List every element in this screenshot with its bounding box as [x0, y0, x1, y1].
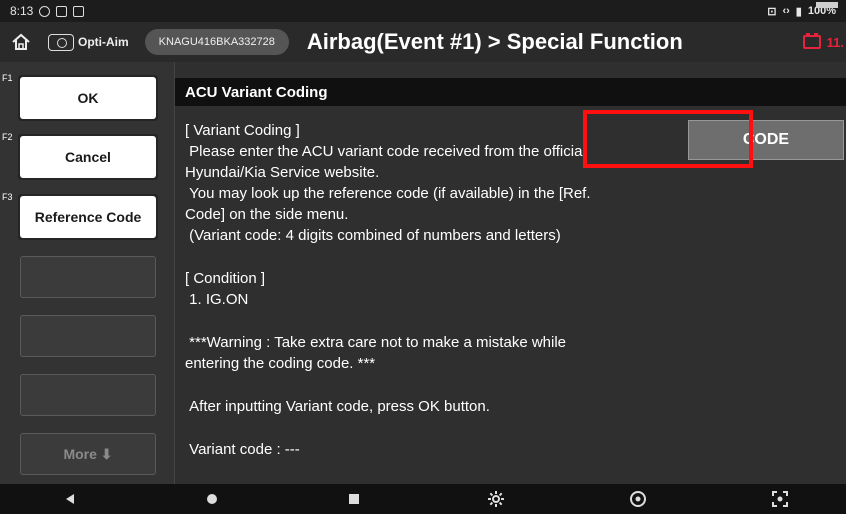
home-dot-icon: [207, 494, 217, 504]
side-menu: F1 OK F2 Cancel F3 Reference Code More ⬇: [0, 62, 174, 484]
back-button[interactable]: [50, 484, 90, 514]
opti-aim-button[interactable]: Opti-Aim: [48, 33, 129, 51]
ok-button-label: OK: [77, 90, 99, 106]
cancel-button-label: Cancel: [65, 149, 111, 165]
back-icon: [66, 494, 74, 504]
variant-code-value: Variant code : ---: [185, 441, 300, 458]
recents-icon: [349, 494, 359, 504]
home-button[interactable]: [0, 22, 42, 62]
battery-voltage: 11.: [826, 34, 844, 50]
highlight-annotation-box: [583, 110, 753, 168]
status-time: 8:13: [10, 4, 34, 18]
empty-side-button-2: [20, 315, 156, 357]
window-control-fragment: [816, 2, 838, 8]
reference-code-button[interactable]: F3 Reference Code: [2, 192, 156, 238]
link-icon: ‹›: [782, 5, 790, 17]
empty-side-button-3: [20, 374, 156, 416]
fkey-label: F3: [2, 192, 13, 202]
empty-side-button-1: [20, 256, 156, 298]
page-title: Airbag(Event #1) > Special Function: [306, 29, 683, 54]
home-icon: [12, 33, 30, 50]
ok-button[interactable]: F1 OK: [2, 73, 156, 119]
status-bar: 8:13 ⊡ ‹› ▮ 100%: [0, 0, 846, 22]
fkey-label: F1: [2, 73, 13, 83]
panel-title: ACU Variant Coding: [175, 78, 846, 106]
opti-aim-label: Opti-Aim: [78, 35, 129, 49]
app-notification-icon: [56, 5, 68, 17]
more-button-label: More ⬇: [63, 445, 113, 462]
browser-icon: [630, 491, 646, 507]
more-button[interactable]: More ⬇: [20, 433, 156, 475]
warning-text: ***Warning : Take extra care not to make…: [185, 334, 567, 372]
cancel-button[interactable]: F2 Cancel: [2, 132, 156, 178]
header-bar: Opti-Aim KNAGU416BKA332728 Airbag(Event …: [0, 22, 846, 62]
settings-icon: [488, 491, 504, 507]
battery-indicator: 11.: [802, 33, 846, 50]
vehicle-battery-icon: [802, 33, 821, 49]
instruction-text: [ Variant Coding ] Please enter the ACU …: [185, 120, 675, 460]
screenshot-button[interactable]: [760, 484, 800, 514]
fkey-label: F2: [2, 132, 13, 142]
vin-badge: KNAGU416BKA332728: [144, 29, 289, 55]
recents-button[interactable]: [334, 484, 374, 514]
nav-home-button[interactable]: [192, 484, 232, 514]
settings-button[interactable]: [476, 484, 516, 514]
screenshot-icon: [772, 491, 788, 507]
opti-aim-icon: [48, 33, 74, 51]
status-bar-left: 8:13: [10, 4, 85, 18]
content-panel: ACU Variant Coding [ Variant Coding ] Pl…: [174, 62, 846, 484]
browser-button[interactable]: [618, 484, 658, 514]
condition-text: [ Condition ] 1. IG.ON: [185, 270, 266, 308]
vibrate-icon: ⊡: [767, 5, 777, 18]
battery-status-icon: ▮: [795, 5, 802, 18]
notification-icon: [39, 5, 51, 17]
app-notification-icon-2: [73, 5, 85, 17]
ok-instruction-text: After inputting Variant code, press OK b…: [185, 398, 490, 415]
reference-code-button-label: Reference Code: [34, 209, 142, 225]
navigation-bar: [0, 484, 846, 514]
